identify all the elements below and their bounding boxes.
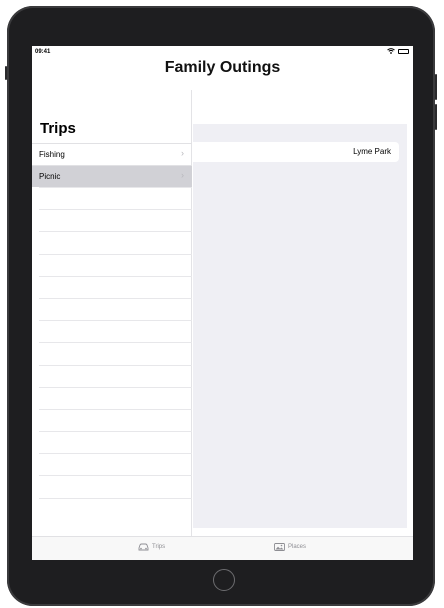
trips-list: Fishing › Picnic › xyxy=(32,143,192,520)
empty-row xyxy=(39,253,192,276)
tab-label: Places xyxy=(288,544,307,550)
empty-row xyxy=(39,297,192,320)
car-icon xyxy=(138,543,149,551)
home-button[interactable] xyxy=(213,569,235,591)
tab-bar: Trips Places xyxy=(32,536,413,560)
volume-button xyxy=(5,66,7,80)
photo-icon xyxy=(274,543,285,551)
app-screen: 09:41 Family Outings Trips Fishing › Pic… xyxy=(32,46,413,560)
status-indicators xyxy=(387,48,409,54)
empty-row xyxy=(39,408,192,431)
empty-row xyxy=(39,187,192,209)
empty-row xyxy=(39,209,192,231)
empty-row xyxy=(39,386,192,409)
master-title: Trips xyxy=(40,120,76,137)
status-bar: 09:41 xyxy=(32,46,413,58)
tab-label: Trips xyxy=(152,544,166,550)
master-pane: Trips Fishing › Picnic › xyxy=(32,90,192,536)
list-item-fishing[interactable]: Fishing › xyxy=(32,143,192,165)
chevron-right-icon: › xyxy=(181,148,184,158)
list-item-label: Fishing xyxy=(39,150,65,159)
status-time: 09:41 xyxy=(35,49,51,55)
tab-places[interactable]: Places xyxy=(274,543,306,551)
empty-row xyxy=(39,453,192,475)
empty-row xyxy=(39,431,192,453)
empty-row xyxy=(39,320,192,342)
tab-trips[interactable]: Trips xyxy=(138,543,165,551)
detail-pane: Lyme Park xyxy=(193,124,407,528)
empty-row xyxy=(39,497,192,520)
navigation-title: Family Outings xyxy=(164,59,281,76)
detail-cell-place[interactable]: Lyme Park xyxy=(193,142,399,162)
wifi-icon xyxy=(387,48,395,54)
chevron-right-icon: › xyxy=(181,170,184,180)
empty-row xyxy=(39,231,192,253)
empty-row xyxy=(39,475,192,497)
side-button-upper xyxy=(435,74,437,100)
side-button-lower xyxy=(435,104,437,130)
empty-row xyxy=(39,364,192,387)
list-item-label: Picnic xyxy=(39,172,61,181)
empty-row xyxy=(39,275,192,298)
list-item-picnic[interactable]: Picnic › xyxy=(32,165,192,187)
battery-icon xyxy=(398,48,409,54)
empty-row xyxy=(39,342,192,364)
